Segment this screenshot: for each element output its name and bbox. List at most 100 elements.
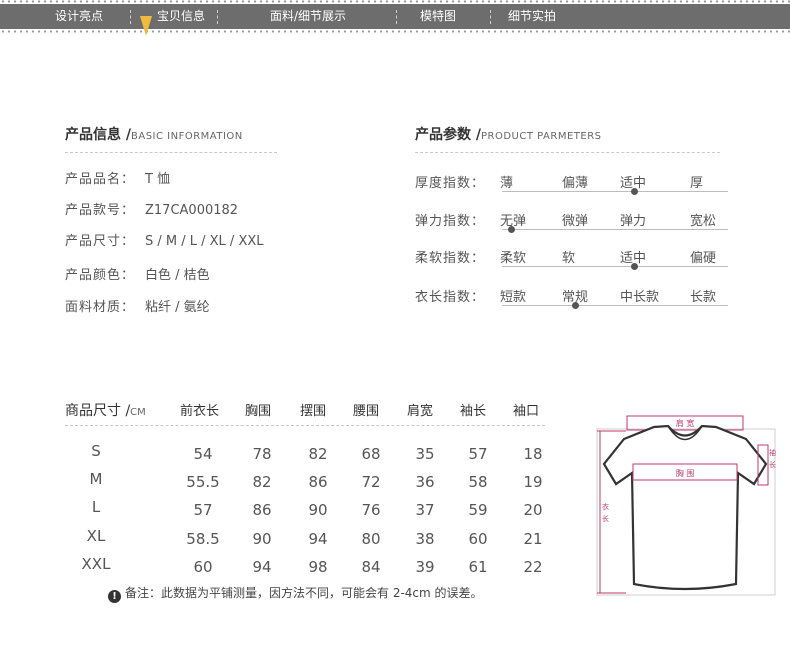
nav-item-detail-photos[interactable]: 细节实拍 xyxy=(508,4,556,29)
param-option: 微弹 xyxy=(562,214,589,229)
info-label: 产品颜色： xyxy=(65,268,136,283)
size-column-header: 肩宽 xyxy=(407,404,434,419)
param-option: 宽松 xyxy=(690,214,717,229)
size-cell: 37 xyxy=(415,501,435,519)
size-cell: 94 xyxy=(252,558,272,576)
nav-separator xyxy=(217,10,218,24)
product-params-heading: 产品参数 /PRODUCT PARMETERS xyxy=(415,124,602,144)
info-label: 产品款号： xyxy=(65,203,136,218)
info-row-style-no: 产品款号： Z17CA000182 xyxy=(65,199,238,218)
size-cell: 59 xyxy=(468,501,488,519)
param-indicator-dot xyxy=(572,302,579,309)
top-nav: 设计亮点 宝贝信息 面料/细节展示 模特图 细节实拍 xyxy=(0,4,790,29)
size-cell: 60 xyxy=(468,530,488,548)
size-column-header: 摆围 xyxy=(300,404,327,419)
size-label: L xyxy=(91,498,101,516)
size-cell: 58.5 xyxy=(186,530,220,548)
info-value: Z17CA000182 xyxy=(145,203,239,218)
nav-active-pointer-icon xyxy=(140,16,152,36)
size-cell: 19 xyxy=(523,473,543,491)
product-info-title: 产品信息 / xyxy=(65,127,131,143)
size-cell: 20 xyxy=(523,501,543,519)
param-option: 长款 xyxy=(690,290,717,305)
size-cell: 78 xyxy=(252,445,272,463)
nav-item-design[interactable]: 设计亮点 xyxy=(55,4,103,29)
size-table-header-label: 商品尺寸 /CM xyxy=(65,400,146,420)
size-cell: 22 xyxy=(523,558,543,576)
size-cell: 82 xyxy=(308,445,328,463)
size-cell: 36 xyxy=(415,473,435,491)
info-row-sizes: 产品尺寸： S / M / L / XL / XXL xyxy=(65,230,264,249)
nav-item-model[interactable]: 模特图 xyxy=(420,4,456,29)
size-cell: 90 xyxy=(252,530,272,548)
size-cell: 98 xyxy=(308,558,328,576)
param-track xyxy=(502,229,728,230)
size-column-header: 前衣长 xyxy=(180,404,220,419)
size-cell: 58 xyxy=(468,473,488,491)
size-cell: 57 xyxy=(468,445,488,463)
chest-label: 胸 围 xyxy=(676,468,695,478)
param-label: 柔软指数： xyxy=(415,251,486,266)
param-label: 弹力指数： xyxy=(415,214,486,229)
product-info-subtitle: BASIC INFORMATION xyxy=(131,131,243,142)
tshirt-outline xyxy=(602,424,768,591)
param-indicator-dot xyxy=(631,263,638,270)
size-cell: 54 xyxy=(193,445,213,463)
info-value: 白色 / 桔色 xyxy=(145,268,210,283)
size-cell: 38 xyxy=(415,530,435,548)
param-option: 薄 xyxy=(500,176,514,191)
size-cell: 86 xyxy=(252,501,272,519)
param-option: 厚 xyxy=(690,176,704,191)
divider xyxy=(65,152,277,153)
param-row: 柔软指数： 柔软软适中 偏硬 xyxy=(415,247,735,277)
nav-item-fabric[interactable]: 面料/细节展示 xyxy=(270,4,346,29)
measurement-note: ! 备注：此数据为平铺测量，因方法不同，可能会有 2-4cm 的误差。 xyxy=(108,584,483,603)
size-header-text: 商品尺寸 / xyxy=(65,403,131,419)
size-label: S xyxy=(91,442,101,460)
size-cell: 68 xyxy=(361,445,381,463)
param-option: 弹力 xyxy=(620,214,647,229)
length-label-1: 衣 xyxy=(602,502,609,511)
param-track xyxy=(502,305,728,306)
exclamation-icon: ! xyxy=(108,590,121,603)
size-cell: 18 xyxy=(523,445,543,463)
length-label-2: 长 xyxy=(602,514,609,523)
nav-separator xyxy=(490,10,491,24)
size-cell: 80 xyxy=(361,530,381,548)
info-label: 产品尺寸： xyxy=(65,234,136,249)
size-column-header: 袖口 xyxy=(513,404,540,419)
size-cell: 82 xyxy=(252,473,272,491)
size-label: XL xyxy=(86,527,106,545)
param-row: 厚度指数：薄偏薄 适中厚 xyxy=(415,172,735,202)
size-cell: 86 xyxy=(308,473,328,491)
divider xyxy=(415,152,720,153)
param-option: 偏硬 xyxy=(690,251,717,266)
nav-top-border xyxy=(0,0,790,3)
param-option: 软 xyxy=(562,251,576,266)
size-unit: CM xyxy=(130,407,146,418)
size-cell: 90 xyxy=(308,501,328,519)
size-label: M xyxy=(89,470,103,488)
size-cell: 35 xyxy=(415,445,435,463)
size-cell: 61 xyxy=(468,558,488,576)
param-option: 短款 xyxy=(500,290,527,305)
info-value: S / M / L / XL / XXL xyxy=(145,234,264,249)
size-label: XXL xyxy=(81,555,111,573)
size-cell: 21 xyxy=(523,530,543,548)
info-row-name: 产品品名： T 恤 xyxy=(65,168,170,187)
param-track xyxy=(502,191,728,192)
size-cell: 57 xyxy=(193,501,213,519)
param-option: 柔软 xyxy=(500,251,527,266)
nav-separator xyxy=(130,10,131,24)
divider xyxy=(65,425,545,426)
size-cell: 55.5 xyxy=(186,473,220,491)
sleeve-label-1: 袖 xyxy=(769,448,776,457)
product-params-title: 产品参数 / xyxy=(415,127,481,143)
size-column-header: 腰围 xyxy=(353,404,380,419)
param-track xyxy=(502,266,728,267)
size-cell: 72 xyxy=(361,473,381,491)
info-value: T 恤 xyxy=(145,172,171,187)
param-row: 衣长指数： 短款 常规 中长款 长款 xyxy=(415,286,735,316)
info-row-colors: 产品颜色： 白色 / 桔色 xyxy=(65,264,210,283)
nav-item-product-info[interactable]: 宝贝信息 xyxy=(157,4,205,29)
